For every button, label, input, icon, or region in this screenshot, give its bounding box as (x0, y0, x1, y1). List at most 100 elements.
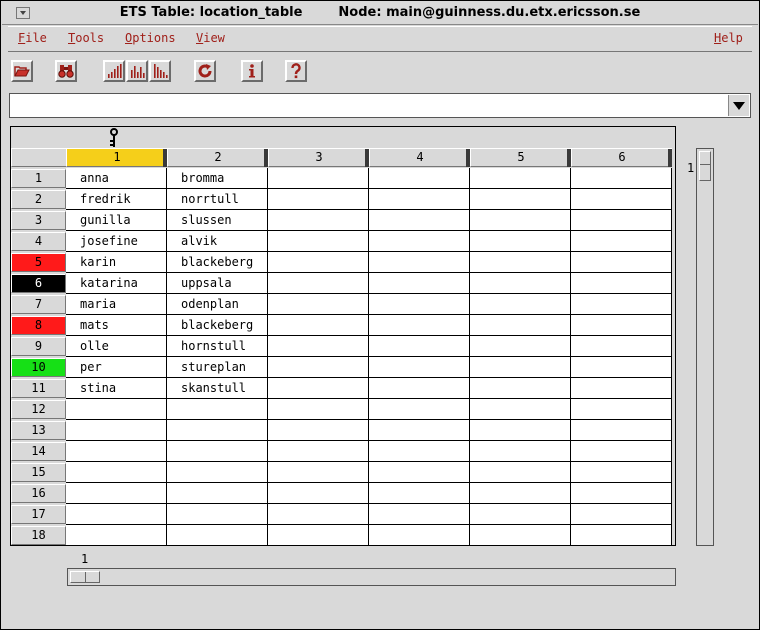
table-cell-r6-c4[interactable] (369, 273, 470, 294)
table-cell-r3-c1[interactable]: gunilla (66, 210, 167, 231)
table-cell-r8-c1[interactable]: mats (66, 315, 167, 336)
table-cell-r13-c1[interactable] (66, 420, 167, 441)
row-header-2[interactable]: 2 (11, 190, 66, 209)
table-cell-r9-c6[interactable] (571, 336, 672, 357)
row-header-15[interactable]: 15 (11, 463, 66, 482)
table-cell-r16-c6[interactable] (571, 483, 672, 504)
table-cell-r10-c2[interactable]: stureplan (167, 357, 268, 378)
table-cell-r7-c1[interactable]: maria (66, 294, 167, 315)
table-cell-r4-c2[interactable]: alvik (167, 231, 268, 252)
table-cell-r8-c6[interactable] (571, 315, 672, 336)
row-header-8[interactable]: 8 (11, 316, 66, 335)
table-cell-r3-c4[interactable] (369, 210, 470, 231)
table-cell-r17-c6[interactable] (571, 504, 672, 525)
row-header-7[interactable]: 7 (11, 295, 66, 314)
histogram-button-1[interactable] (103, 60, 125, 82)
table-cell-r1-c6[interactable] (571, 168, 672, 189)
table-cell-r8-c4[interactable] (369, 315, 470, 336)
column-header-5[interactable]: 5 (470, 148, 571, 167)
table-cell-r7-c3[interactable] (268, 294, 369, 315)
table-cell-r11-c6[interactable] (571, 378, 672, 399)
table-cell-r5-c6[interactable] (571, 252, 672, 273)
table-cell-r16-c4[interactable] (369, 483, 470, 504)
search-input[interactable] (12, 96, 724, 117)
table-cell-r10-c6[interactable] (571, 357, 672, 378)
table-cell-r16-c1[interactable] (66, 483, 167, 504)
table-cell-r17-c2[interactable] (167, 504, 268, 525)
table-cell-r17-c4[interactable] (369, 504, 470, 525)
table-cell-r15-c1[interactable] (66, 462, 167, 483)
table-cell-r9-c3[interactable] (268, 336, 369, 357)
column-header-3[interactable]: 3 (268, 148, 369, 167)
table-cell-r14-c1[interactable] (66, 441, 167, 462)
table-cell-r1-c3[interactable] (268, 168, 369, 189)
table-cell-r9-c1[interactable]: olle (66, 336, 167, 357)
table-cell-r7-c4[interactable] (369, 294, 470, 315)
table-cell-r2-c1[interactable]: fredrik (66, 189, 167, 210)
table-cell-r11-c1[interactable]: stina (66, 378, 167, 399)
table-cell-r9-c5[interactable] (470, 336, 571, 357)
table-cell-r6-c3[interactable] (268, 273, 369, 294)
help-button[interactable] (285, 60, 307, 82)
table-cell-r11-c5[interactable] (470, 378, 571, 399)
column-resize-handle[interactable] (668, 149, 672, 167)
row-header-17[interactable]: 17 (11, 505, 66, 524)
row-header-9[interactable]: 9 (11, 337, 66, 356)
table-cell-r10-c3[interactable] (268, 357, 369, 378)
table-cell-r4-c3[interactable] (268, 231, 369, 252)
table-cell-r13-c2[interactable] (167, 420, 268, 441)
row-header-11[interactable]: 11 (11, 379, 66, 398)
refresh-button[interactable] (194, 60, 216, 82)
horizontal-scrollbar[interactable] (67, 568, 676, 586)
row-header-3[interactable]: 3 (11, 211, 66, 230)
table-cell-r11-c3[interactable] (268, 378, 369, 399)
table-cell-r18-c2[interactable] (167, 525, 268, 545)
info-button[interactable] (241, 60, 263, 82)
table-cell-r2-c5[interactable] (470, 189, 571, 210)
vertical-scrollbar[interactable] (696, 148, 714, 546)
row-header-1[interactable]: 1 (11, 169, 66, 188)
row-header-16[interactable]: 16 (11, 484, 66, 503)
horizontal-scroll-thumb[interactable] (70, 571, 100, 583)
table-cell-r14-c6[interactable] (571, 441, 672, 462)
vertical-scroll-thumb[interactable] (699, 151, 711, 181)
row-header-18[interactable]: 18 (11, 526, 66, 545)
table-cell-r2-c3[interactable] (268, 189, 369, 210)
table-cell-r10-c5[interactable] (470, 357, 571, 378)
table-cell-r6-c2[interactable]: uppsala (167, 273, 268, 294)
table-cell-r7-c5[interactable] (470, 294, 571, 315)
row-header-4[interactable]: 4 (11, 232, 66, 251)
table-cell-r7-c2[interactable]: odenplan (167, 294, 268, 315)
table-cell-r11-c4[interactable] (369, 378, 470, 399)
table-cell-r6-c5[interactable] (470, 273, 571, 294)
table-cell-r5-c4[interactable] (369, 252, 470, 273)
column-header-6[interactable]: 6 (571, 148, 672, 167)
table-cell-r13-c5[interactable] (470, 420, 571, 441)
table-cell-r3-c2[interactable]: slussen (167, 210, 268, 231)
table-cell-r15-c6[interactable] (571, 462, 672, 483)
row-header-10[interactable]: 10 (11, 358, 66, 377)
table-cell-r6-c1[interactable]: katarina (66, 273, 167, 294)
menu-tools[interactable]: Tools (68, 31, 104, 45)
table-cell-r13-c3[interactable] (268, 420, 369, 441)
table-cell-r3-c5[interactable] (470, 210, 571, 231)
row-header-6[interactable]: 6 (11, 274, 66, 293)
table-cell-r6-c6[interactable] (571, 273, 672, 294)
table-cell-r16-c3[interactable] (268, 483, 369, 504)
table-cell-r13-c4[interactable] (369, 420, 470, 441)
table-cell-r17-c5[interactable] (470, 504, 571, 525)
open-file-button[interactable] (11, 60, 33, 82)
histogram-button-3[interactable] (149, 60, 171, 82)
table-cell-r16-c5[interactable] (470, 483, 571, 504)
table-cell-r18-c3[interactable] (268, 525, 369, 545)
table-cell-r7-c6[interactable] (571, 294, 672, 315)
table-cell-r14-c3[interactable] (268, 441, 369, 462)
menu-options[interactable]: Options (125, 31, 176, 45)
row-header-5[interactable]: 5 (11, 253, 66, 272)
table-cell-r14-c5[interactable] (470, 441, 571, 462)
table-cell-r1-c2[interactable]: bromma (167, 168, 268, 189)
table-cell-r8-c2[interactable]: blackeberg (167, 315, 268, 336)
column-header-2[interactable]: 2 (167, 148, 268, 167)
table-cell-r5-c5[interactable] (470, 252, 571, 273)
table-cell-r11-c2[interactable]: skanstull (167, 378, 268, 399)
